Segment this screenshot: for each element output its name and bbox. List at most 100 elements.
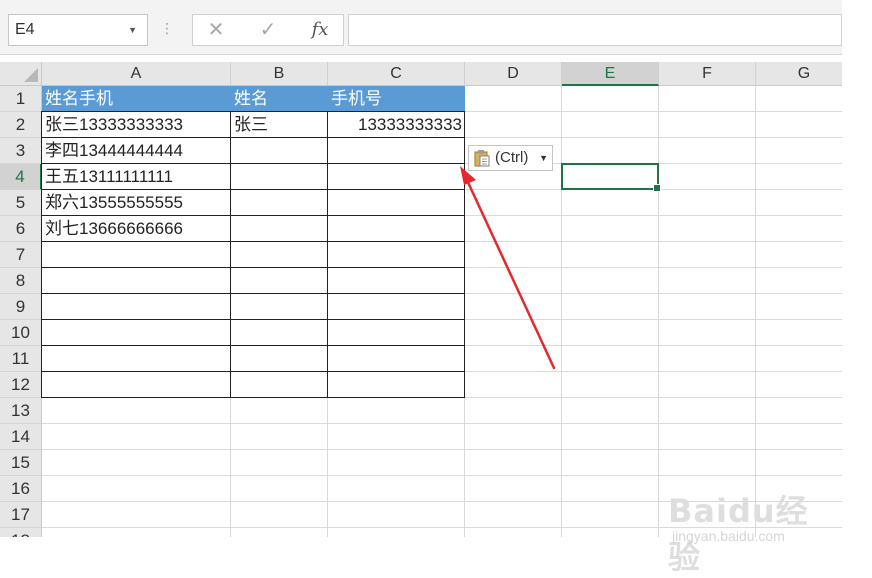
table-border-line: [41, 111, 42, 398]
row-header-9[interactable]: 9: [0, 294, 42, 320]
row-header-18[interactable]: 18: [0, 528, 42, 537]
select-all-button[interactable]: [0, 62, 42, 86]
worksheet-grid[interactable]: ABCDEFG 123456789101112131415161718 姓名手机…: [0, 62, 842, 537]
cell-c6[interactable]: [328, 216, 465, 242]
cell-b10[interactable]: [231, 320, 328, 346]
cell-c3[interactable]: [328, 138, 465, 164]
table-border-line: [230, 111, 231, 398]
row-header-14[interactable]: 14: [0, 424, 42, 450]
formula-input[interactable]: [348, 14, 842, 46]
row-header-4[interactable]: 4: [0, 164, 42, 190]
name-box[interactable]: E4 ▼: [8, 14, 148, 46]
gridline-vertical: [561, 86, 562, 537]
row-header-2[interactable]: 2: [0, 112, 42, 138]
chevron-down-icon: ▼: [539, 153, 548, 163]
gridline-horizontal: [42, 423, 842, 424]
cell-c7[interactable]: [328, 242, 465, 268]
cell-a12[interactable]: [42, 372, 231, 398]
cell-a6[interactable]: 刘七13666666666: [42, 216, 231, 242]
table-border-line: [42, 241, 465, 242]
cell-b8[interactable]: [231, 268, 328, 294]
cell-b9[interactable]: [231, 294, 328, 320]
cell-c12[interactable]: [328, 372, 465, 398]
column-header-c[interactable]: C: [328, 62, 465, 86]
cancel-icon[interactable]: ✕: [201, 15, 231, 45]
column-header-g[interactable]: G: [756, 62, 842, 86]
paste-options-button[interactable]: (Ctrl) ▼: [468, 145, 553, 171]
cell-b3[interactable]: [231, 138, 328, 164]
cell-b4[interactable]: [231, 164, 328, 190]
row-header-10[interactable]: 10: [0, 320, 42, 346]
cell-a4[interactable]: 王五13111111111: [42, 164, 231, 190]
row-header-7[interactable]: 7: [0, 242, 42, 268]
row-header-17[interactable]: 17: [0, 502, 42, 528]
column-header-e[interactable]: E: [562, 62, 659, 86]
cell-c9[interactable]: [328, 294, 465, 320]
row-header-13[interactable]: 13: [0, 398, 42, 424]
gridline-horizontal: [42, 527, 842, 528]
gridline-horizontal: [42, 501, 842, 502]
cell-c11[interactable]: [328, 346, 465, 372]
formula-bar: E4 ▼ ⋮ ✕ ✓ fx: [0, 0, 842, 55]
column-header-d[interactable]: D: [465, 62, 562, 86]
formula-bar-grip[interactable]: ⋮: [160, 20, 174, 37]
row-header-12[interactable]: 12: [0, 372, 42, 398]
cell-a2[interactable]: 张三13333333333: [42, 112, 231, 138]
table-border-line: [42, 189, 465, 190]
row-header-11[interactable]: 11: [0, 346, 42, 372]
gridline-horizontal: [42, 449, 842, 450]
cell-b5[interactable]: [231, 190, 328, 216]
gridline-vertical: [755, 86, 756, 537]
cell-b1[interactable]: 姓名: [231, 86, 328, 112]
gridline-vertical: [658, 86, 659, 537]
cell-b7[interactable]: [231, 242, 328, 268]
cell-a11[interactable]: [42, 346, 231, 372]
cell-a10[interactable]: [42, 320, 231, 346]
name-box-dropdown-icon[interactable]: ▼: [128, 15, 137, 45]
row-header-3[interactable]: 3: [0, 138, 42, 164]
cell-a7[interactable]: [42, 242, 231, 268]
row-header-6[interactable]: 6: [0, 216, 42, 242]
cell-a3[interactable]: 李四13444444444: [42, 138, 231, 164]
column-header-b[interactable]: B: [231, 62, 328, 86]
cell-b2[interactable]: 张三: [231, 112, 328, 138]
cell-a9[interactable]: [42, 294, 231, 320]
table-border-line: [42, 163, 465, 164]
cell-c5[interactable]: [328, 190, 465, 216]
cell-c1[interactable]: 手机号: [328, 86, 465, 112]
cell-c4[interactable]: [328, 164, 465, 190]
row-header-1[interactable]: 1: [0, 86, 42, 112]
cell-a8[interactable]: [42, 268, 231, 294]
row-header-5[interactable]: 5: [0, 190, 42, 216]
row-header-8[interactable]: 8: [0, 268, 42, 294]
insert-function-icon[interactable]: fx: [305, 15, 335, 45]
cell-c10[interactable]: [328, 320, 465, 346]
column-header-f[interactable]: F: [659, 62, 756, 86]
table-border-line: [42, 397, 465, 398]
table-border-line: [42, 371, 465, 372]
table-border-line: [327, 111, 328, 398]
cell-c2[interactable]: 13333333333: [328, 112, 465, 138]
gridline-horizontal: [42, 475, 842, 476]
name-box-value: E4: [15, 21, 35, 38]
table-border-line: [42, 293, 465, 294]
column-header-a[interactable]: A: [42, 62, 231, 86]
row-header-15[interactable]: 15: [0, 450, 42, 476]
cell-a5[interactable]: 郑六13555555555: [42, 190, 231, 216]
table-border-line: [42, 215, 465, 216]
cell-b11[interactable]: [231, 346, 328, 372]
row-header-16[interactable]: 16: [0, 476, 42, 502]
cell-b6[interactable]: [231, 216, 328, 242]
enter-icon[interactable]: ✓: [253, 15, 283, 45]
fill-handle[interactable]: [653, 184, 661, 192]
cell-b12[interactable]: [231, 372, 328, 398]
cell-c8[interactable]: [328, 268, 465, 294]
formula-buttons: ✕ ✓ fx: [192, 14, 344, 46]
table-border-line: [42, 345, 465, 346]
paste-options-label: (Ctrl): [495, 149, 529, 166]
active-cell-cursor[interactable]: [561, 163, 661, 192]
table-border-line: [42, 137, 465, 138]
cell-a1[interactable]: 姓名手机: [42, 86, 231, 112]
table-border-line: [42, 319, 465, 320]
table-border-line: [464, 111, 465, 398]
